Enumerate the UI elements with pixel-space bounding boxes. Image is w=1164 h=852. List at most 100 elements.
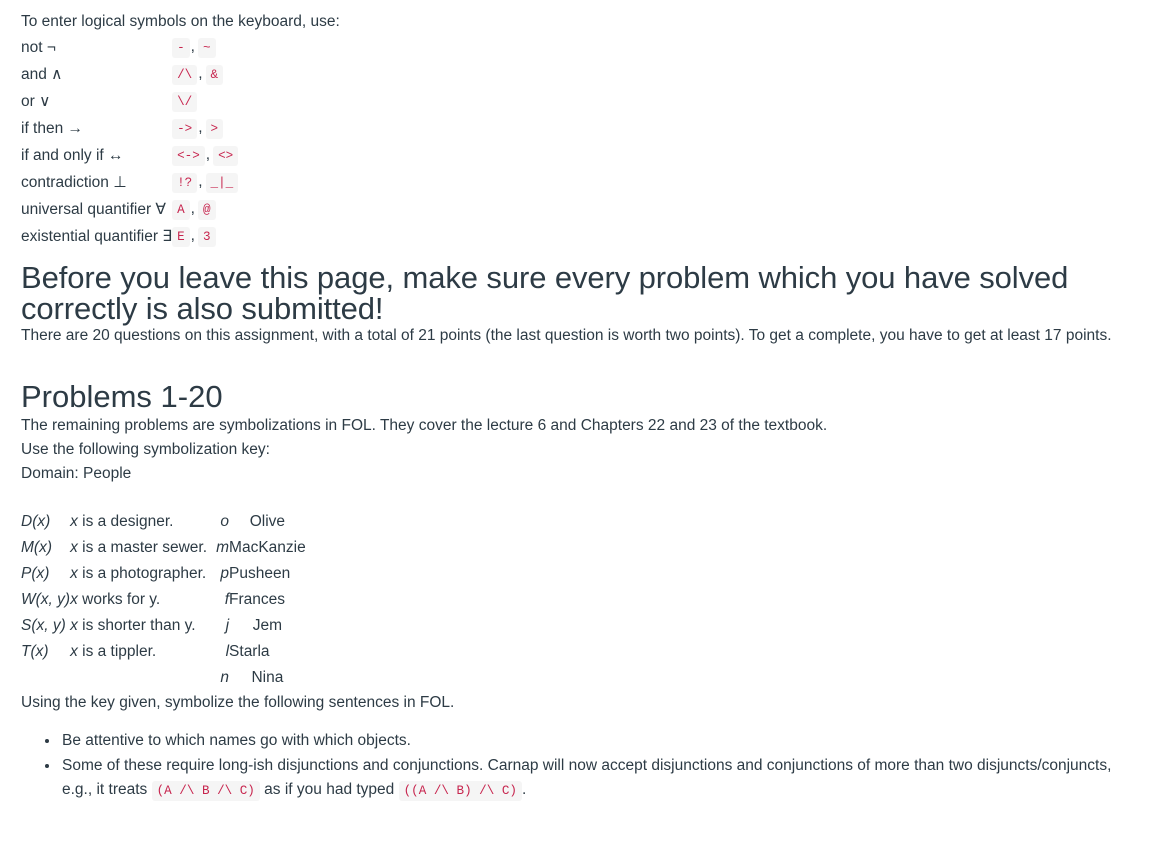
key-row: D(x) x is a designer. o Olive xyxy=(21,509,306,535)
problems-intro-paragraph: The remaining problems are symbolization… xyxy=(21,417,828,434)
code-token: -> xyxy=(172,119,198,139)
key-name: Starla xyxy=(229,643,270,660)
symbol-codes-iff: <->, <> xyxy=(172,142,239,169)
code-token: /\ xyxy=(172,65,198,85)
symbol-codes-existential: E,3 xyxy=(172,223,238,250)
key-gloss: x is shorter than y. xyxy=(70,613,207,639)
symbol-label-contradiction: contradiction ⊥ xyxy=(21,173,127,191)
key-constant: p xyxy=(220,565,230,582)
key-gloss: x is a designer. xyxy=(70,509,207,535)
key-predicate: S(x, y) xyxy=(21,617,66,634)
code-token: E xyxy=(172,227,190,247)
symbolize-instruction: Using the key given, symbolize the follo… xyxy=(21,694,455,711)
symbol-row-or: or ∨ \/ xyxy=(21,88,238,115)
key-row: W(x, y) x works for y. f Frances xyxy=(21,587,306,613)
code-separator: , xyxy=(190,227,195,244)
key-predicate: W(x, y) xyxy=(21,591,71,608)
code-token: > xyxy=(205,119,224,139)
symbol-label-iff: if and only if ↔ xyxy=(21,146,124,164)
key-row: n Nina xyxy=(21,665,306,691)
points-paragraph: There are 20 questions on this assignmen… xyxy=(21,327,1112,344)
key-name: Olive xyxy=(249,513,286,530)
key-name: Jem xyxy=(252,617,283,634)
key-gloss-text: is a master sewer. xyxy=(77,539,208,556)
code-separator: , xyxy=(198,119,203,136)
use-key-paragraph: Use the following symbolization key: xyxy=(21,441,270,458)
key-constant: n xyxy=(220,669,230,686)
key-gloss-variable: x xyxy=(70,643,78,660)
code-token: A xyxy=(172,200,190,220)
problems-section-heading: Problems 1-20 xyxy=(21,379,223,414)
key-gloss xyxy=(70,665,207,691)
code-example-nested: ((A /\ B) /\ C) xyxy=(398,781,522,801)
symbol-entry-table: not ¬ -,~ and ∧ /\,& or ∨ \/ if then → xyxy=(21,34,239,250)
code-token: @ xyxy=(197,200,216,220)
code-separator: , xyxy=(190,200,195,217)
key-gloss-text: is a photographer. xyxy=(77,565,207,582)
key-gloss-text: works for y. xyxy=(77,591,161,608)
key-gloss-text: is a designer. xyxy=(77,513,174,530)
symbol-label-if-then: if then → xyxy=(21,119,84,137)
symbol-row-existential: existential quantifier ∃ E,3 xyxy=(21,223,238,250)
symbol-row-contradiction: contradiction ⊥ !?, _|_ xyxy=(21,169,239,196)
note-period: . xyxy=(521,781,527,798)
key-constant: j xyxy=(225,617,230,634)
key-name: MacKanzie xyxy=(229,539,306,556)
key-predicate: T(x) xyxy=(21,643,49,660)
symbol-codes-or: \/ xyxy=(172,88,238,115)
code-token: <-> xyxy=(172,146,205,166)
symbol-row-not: not ¬ -, ~ xyxy=(21,34,238,61)
key-row: S(x, y) x is shorter than y. j Jem xyxy=(21,613,306,639)
notes-list: Be attentive to which names go with whic… xyxy=(21,729,1144,803)
symbol-codes-if-then: ->, > xyxy=(172,115,238,142)
list-item: Be attentive to which names go with whic… xyxy=(60,729,1144,753)
key-name: Pusheen xyxy=(229,565,291,582)
key-gloss-text: is shorter than y. xyxy=(77,617,196,634)
code-token: !? xyxy=(172,173,198,193)
key-gloss: x is a photographer. xyxy=(70,561,207,587)
key-predicate: D(x) xyxy=(21,513,51,530)
submit-reminder-heading: Before you leave this page, make sure ev… xyxy=(21,260,1069,326)
assignment-page: To enter logical symbols on the keyboard… xyxy=(0,0,1164,803)
code-separator: , xyxy=(198,173,203,190)
symbol-row-if-then: if then → ->, > xyxy=(21,115,238,142)
key-gloss: x works for y. xyxy=(70,587,207,613)
key-gloss-variable: x xyxy=(70,513,78,530)
note-text: as if you had typed xyxy=(264,781,395,798)
code-token: 3 xyxy=(197,227,216,247)
symbol-codes-contradiction: !?, _|_ xyxy=(172,169,239,196)
key-row: T(x) x is a tippler. l Starla xyxy=(21,639,306,665)
key-predicate: P(x) xyxy=(21,565,50,582)
code-separator: , xyxy=(198,65,203,82)
symbol-table-body: not ¬ -,~ and ∧ /\,& or ∨ \/ if then → xyxy=(21,34,239,250)
key-name: Frances xyxy=(229,591,286,608)
domain-paragraph: Domain: People xyxy=(21,465,132,482)
symbol-codes-universal: A, @ xyxy=(172,196,238,223)
symbol-label-or: or ∨ xyxy=(21,92,51,110)
code-token: _|_ xyxy=(205,173,239,193)
symbol-row-iff: if and only if ↔ <->, <> xyxy=(21,142,239,169)
key-predicate: M(x) xyxy=(21,539,52,556)
code-example-flat: (A /\ B /\ C) xyxy=(151,781,260,801)
key-gloss: x is a master sewer. xyxy=(70,535,207,561)
symbol-label-universal: universal quantifier ∀ xyxy=(21,200,167,218)
key-constant: l xyxy=(225,643,230,660)
symbol-row-universal: universal quantifier ∀ A, @ xyxy=(21,196,238,223)
symbol-label-and: and ∧ xyxy=(21,65,63,83)
keyboard-entry-intro: To enter logical symbols on the keyboard… xyxy=(21,13,340,30)
key-constant: o xyxy=(220,513,230,530)
symbol-row-and: and ∧ /\, & xyxy=(21,61,238,88)
list-item: Some of these require long-ish disjuncti… xyxy=(60,754,1144,803)
symbol-codes-not: -, ~ xyxy=(172,34,238,61)
key-table-body: D(x) x is a designer. o Olive M(x) x is … xyxy=(21,509,306,691)
key-row: M(x) x is a master sewer. m MacKanzie xyxy=(21,535,306,561)
code-token: ~ xyxy=(197,38,216,58)
code-token: <> xyxy=(213,146,239,166)
key-gloss-text: is a tippler. xyxy=(77,643,157,660)
symbol-label-existential: existential quantifier ∃ xyxy=(21,227,173,245)
key-constant: m xyxy=(216,539,230,556)
key-gloss-variable: x xyxy=(70,617,78,634)
key-predicate xyxy=(21,665,70,691)
key-gloss: x is a tippler. xyxy=(70,639,207,665)
key-row: P(x) x is a photographer. p Pusheen xyxy=(21,561,306,587)
